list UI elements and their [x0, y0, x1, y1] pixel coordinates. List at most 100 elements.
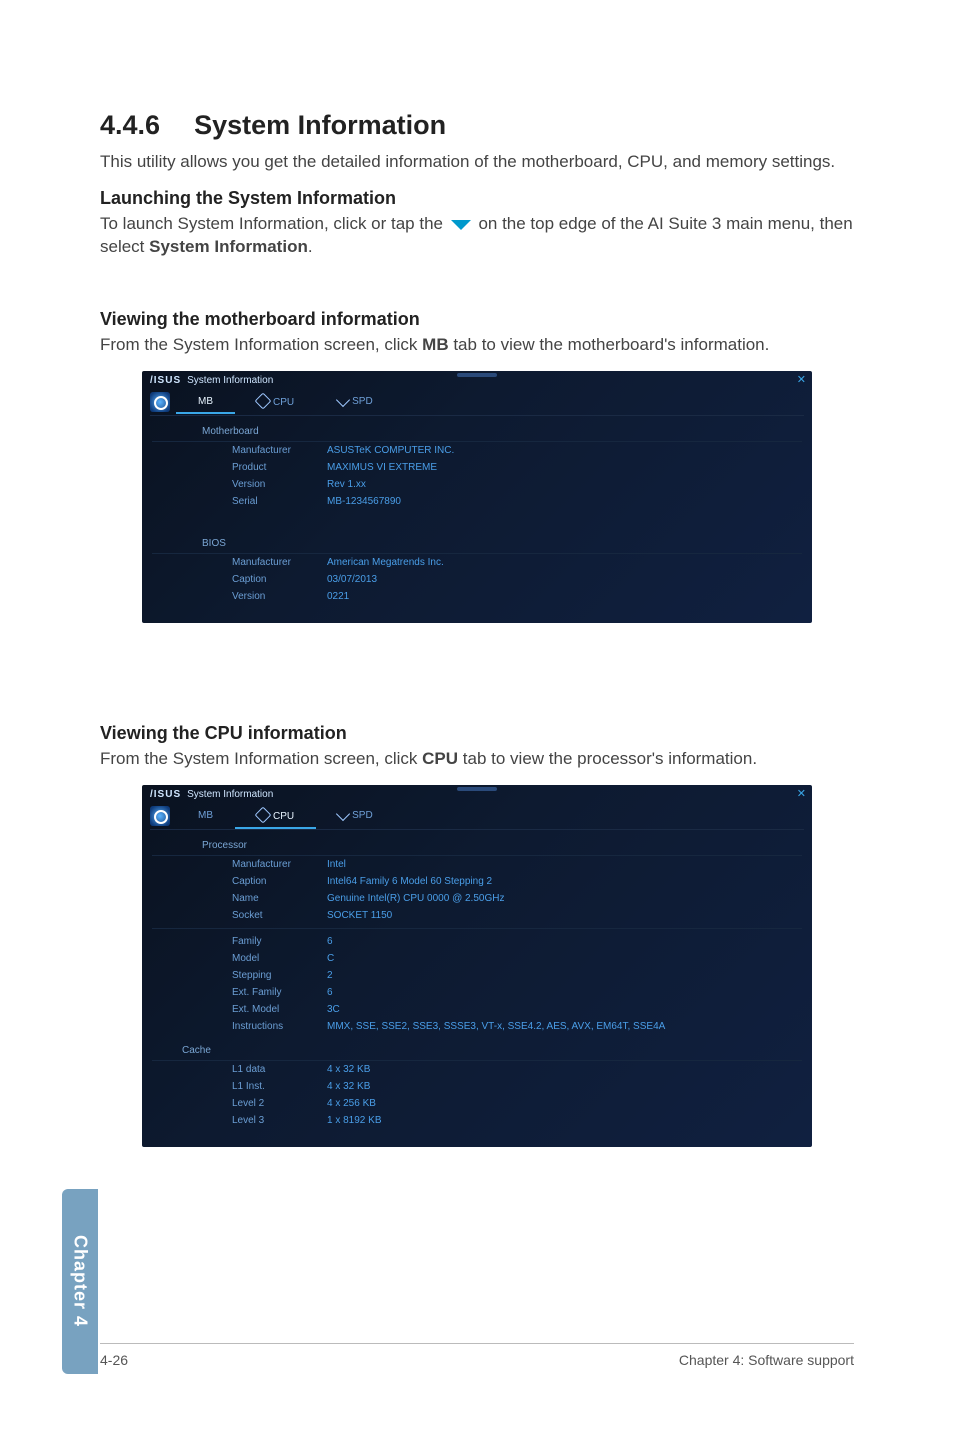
row-key: Caption — [232, 574, 327, 585]
row-key: Version — [232, 591, 327, 602]
row-key: Version — [232, 479, 327, 490]
section-cache: Cache — [152, 1035, 802, 1061]
info-row: Level 24 x 256 KB — [142, 1095, 812, 1112]
tab-spd[interactable]: SPD — [316, 390, 395, 414]
mb-text: From the System Information screen, clic… — [100, 334, 854, 357]
section-processor: Processor — [152, 830, 802, 856]
tab-mb-label: MB — [198, 396, 213, 407]
info-row: ModelC — [142, 950, 812, 967]
row-key: L1 Inst. — [232, 1081, 327, 1092]
info-row: SerialMB-1234567890 — [142, 493, 812, 510]
row-value: Genuine Intel(R) CPU 0000 @ 2.50GHz — [327, 893, 504, 904]
row-key: Caption — [232, 876, 327, 887]
row-value: 6 — [327, 987, 333, 998]
tab-spd-label: SPD — [352, 396, 373, 407]
window-title: System Information — [187, 375, 273, 386]
footer-chapter: Chapter 4: Software support — [679, 1352, 854, 1368]
info-row: L1 Inst.4 x 32 KB — [142, 1078, 812, 1095]
brand-logo: /ISUS — [150, 789, 181, 800]
brand-logo: /ISUS — [150, 375, 181, 386]
row-key: Manufacturer — [232, 859, 327, 870]
row-key: Name — [232, 893, 327, 904]
app-logo-icon — [150, 392, 170, 412]
info-row: L1 data4 x 32 KB — [142, 1061, 812, 1078]
row-key: Level 2 — [232, 1098, 327, 1109]
tabs: MB CPU SPD — [150, 390, 804, 416]
section-bios: BIOS — [152, 528, 802, 554]
info-row: VersionRev 1.xx — [142, 476, 812, 493]
row-key: Socket — [232, 910, 327, 921]
row-value: 4 x 32 KB — [327, 1064, 370, 1075]
app-logo-icon — [150, 806, 170, 826]
row-value: ASUSTeK COMPUTER INC. — [327, 445, 454, 456]
dropdown-arrow-icon — [451, 220, 471, 230]
section-motherboard: Motherboard — [152, 416, 802, 442]
section-title: System Information — [194, 110, 446, 140]
cpu-bold: CPU — [422, 749, 458, 768]
row-key: Stepping — [232, 970, 327, 981]
row-key: Instructions — [232, 1021, 327, 1032]
grip-icon[interactable] — [457, 373, 497, 377]
launch-pre: To launch System Information, click or t… — [100, 214, 448, 233]
grip-icon[interactable] — [457, 787, 497, 791]
tab-spd[interactable]: SPD — [316, 804, 395, 828]
cpu-heading: Viewing the CPU information — [100, 723, 854, 744]
info-row: SocketSOCKET 1150 — [142, 907, 812, 924]
row-value: 6 — [327, 936, 333, 947]
row-key: Serial — [232, 496, 327, 507]
tab-cpu[interactable]: CPU — [235, 390, 316, 415]
cpu-post: tab to view the processor's information. — [458, 749, 757, 768]
launch-text: To launch System Information, click or t… — [100, 213, 854, 259]
row-value: MB-1234567890 — [327, 496, 401, 507]
close-icon[interactable]: ✕ — [797, 787, 806, 800]
section-heading: 4.4.6System Information — [100, 110, 854, 141]
spd-icon — [336, 393, 350, 407]
row-value: 0221 — [327, 591, 349, 602]
row-key: Level 3 — [232, 1115, 327, 1126]
tab-cpu[interactable]: CPU — [235, 804, 316, 829]
info-row: ManufacturerASUSTeK COMPUTER INC. — [142, 442, 812, 459]
tab-mb-label: MB — [198, 810, 213, 821]
row-key: Ext. Model — [232, 1004, 327, 1015]
close-icon[interactable]: ✕ — [797, 373, 806, 386]
titlebar: /ISUS System Information ✕ — [142, 371, 812, 386]
tab-spd-label: SPD — [352, 810, 373, 821]
row-key: Product — [232, 462, 327, 473]
info-row: Caption03/07/2013 — [142, 571, 812, 588]
chapter-side-tab: Chapter 4 — [62, 1189, 98, 1374]
row-value: MMX, SSE, SSE2, SSE3, SSSE3, VT-x, SSE4.… — [327, 1021, 665, 1032]
info-row: Stepping2 — [142, 967, 812, 984]
tabs: MB CPU SPD — [150, 804, 804, 830]
tab-mb[interactable]: MB — [176, 391, 235, 414]
tab-cpu-label: CPU — [273, 811, 294, 822]
intro-text: This utility allows you get the detailed… — [100, 151, 854, 174]
info-row: NameGenuine Intel(R) CPU 0000 @ 2.50GHz — [142, 890, 812, 907]
cpu-text: From the System Information screen, clic… — [100, 748, 854, 771]
row-value: 4 x 256 KB — [327, 1098, 376, 1109]
info-row: Ext. Model3C — [142, 1001, 812, 1018]
cpu-icon — [255, 392, 272, 409]
info-row: ProductMAXIMUS VI EXTREME — [142, 459, 812, 476]
mb-bold: MB — [422, 335, 448, 354]
page-footer: 4-26 Chapter 4: Software support — [100, 1343, 854, 1368]
row-value: 3C — [327, 1004, 340, 1015]
row-value: SOCKET 1150 — [327, 910, 392, 921]
info-row: Version0221 — [142, 588, 812, 605]
info-row: ManufacturerIntel — [142, 856, 812, 873]
chapter-side-label: Chapter 4 — [70, 1235, 91, 1327]
row-value: MAXIMUS VI EXTREME — [327, 462, 437, 473]
titlebar: /ISUS System Information ✕ — [142, 785, 812, 800]
row-key: Ext. Family — [232, 987, 327, 998]
row-value: American Megatrends Inc. — [327, 557, 444, 568]
tab-mb[interactable]: MB — [176, 805, 235, 828]
tab-cpu-label: CPU — [273, 397, 294, 408]
screenshot-mb: /ISUS System Information ✕ MB CPU SPD Mo… — [142, 371, 812, 623]
window-title: System Information — [187, 789, 273, 800]
launch-heading: Launching the System Information — [100, 188, 854, 209]
row-value: 4 x 32 KB — [327, 1081, 370, 1092]
row-value: 03/07/2013 — [327, 574, 377, 585]
row-value: Intel — [327, 859, 346, 870]
row-key: Manufacturer — [232, 445, 327, 456]
row-value: C — [327, 953, 334, 964]
info-row: InstructionsMMX, SSE, SSE2, SSE3, SSSE3,… — [142, 1018, 812, 1035]
